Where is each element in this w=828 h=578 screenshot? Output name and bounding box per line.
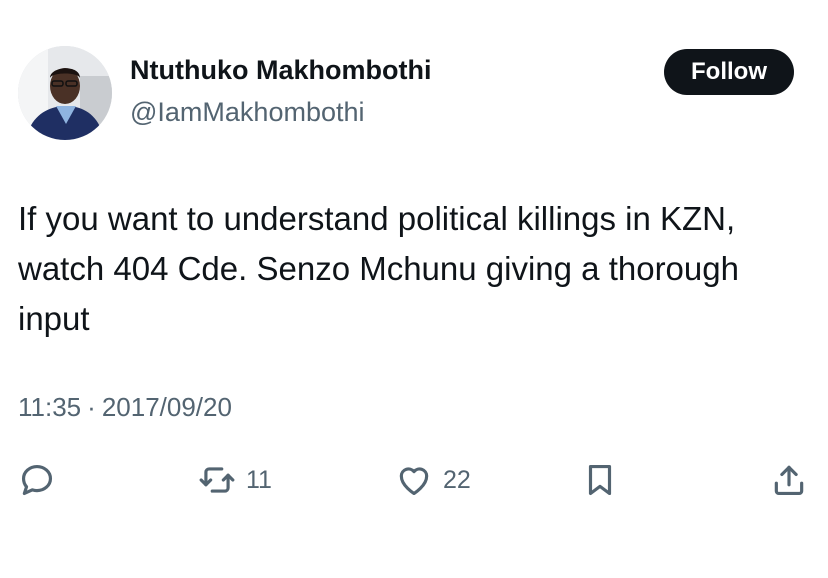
share-button[interactable] [770, 458, 808, 502]
tweet-text: If you want to understand political kill… [18, 200, 739, 337]
bookmark-button[interactable] [581, 458, 619, 502]
retweet-count: 11 [246, 465, 272, 494]
tweet-date: 2017/09/20 [101, 392, 232, 422]
retweet-button[interactable]: 11 [198, 458, 272, 502]
heart-icon [399, 467, 429, 496]
avatar[interactable] [18, 46, 112, 140]
timestamp-separator: · [87, 392, 96, 422]
tweet-card: Ntuthuko Makhombothi @IamMakhombothi Fol… [0, 0, 828, 578]
tweet-time: 11:35 [18, 392, 82, 422]
tweet-timestamp[interactable]: 11:35 · 2017/09/20 [18, 392, 232, 423]
avatar-image [18, 46, 112, 140]
share-icon [774, 465, 804, 496]
follow-button[interactable]: Follow [664, 49, 794, 95]
user-handle[interactable]: @IamMakhombothi [130, 97, 365, 128]
like-button[interactable]: 22 [395, 458, 471, 502]
reply-button[interactable] [18, 458, 56, 502]
bookmark-icon [588, 464, 612, 496]
display-name[interactable]: Ntuthuko Makhombothi [130, 55, 431, 86]
like-count: 22 [443, 465, 471, 494]
reply-icon [21, 464, 53, 496]
retweet-icon [199, 467, 235, 493]
